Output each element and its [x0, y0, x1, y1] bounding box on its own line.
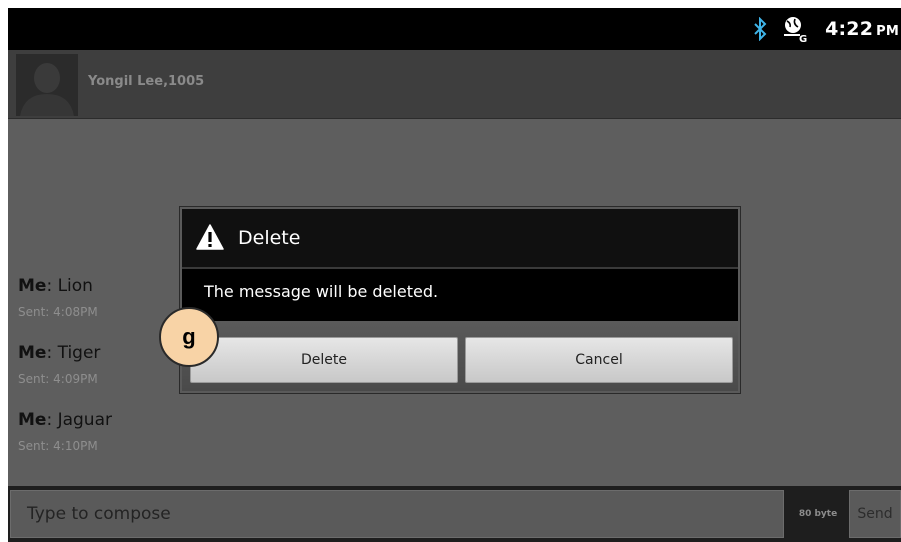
- compose-placeholder: Type to compose: [27, 504, 171, 524]
- message-sender: Me: [18, 410, 47, 430]
- message-text: Me: Tiger: [18, 343, 100, 363]
- svg-text:G: G: [799, 34, 807, 44]
- message-sender: Me: [18, 343, 47, 363]
- person-avatar-icon[interactable]: [16, 54, 78, 116]
- message-item[interactable]: Me: Lion Sent: 4:08PM: [18, 276, 98, 319]
- send-button[interactable]: Send: [849, 490, 901, 538]
- dialog-button-bar: Delete Cancel: [182, 321, 738, 391]
- dialog-divider: [182, 267, 738, 269]
- message-body: : Tiger: [46, 343, 101, 363]
- message-timestamp: Sent: 4:09PM: [18, 372, 98, 386]
- conversation-header: Yongil Lee,1005: [8, 50, 901, 119]
- message-body: : Lion: [46, 276, 93, 296]
- bluetooth-icon: [753, 17, 767, 41]
- phone-screen: G 4:22 PM Yongil Lee,1005 Me: Lion Sent: …: [8, 8, 901, 542]
- annotation-marker: g: [159, 307, 219, 367]
- contact-name: Yongil Lee,1005: [88, 74, 205, 89]
- dialog-message: The message will be deleted.: [204, 282, 439, 301]
- message-item[interactable]: Me: Tiger Sent: 4:09PM: [18, 343, 100, 386]
- delete-button[interactable]: Delete: [190, 337, 458, 383]
- status-bar: G 4:22 PM: [8, 8, 901, 50]
- dialog-title: Delete: [238, 227, 301, 249]
- clock-time: 4:22: [825, 18, 874, 40]
- gps-icon: G: [781, 14, 811, 44]
- status-indicators: G 4:22 PM: [753, 8, 901, 50]
- message-sender: Me: [18, 276, 47, 296]
- status-clock: 4:22 PM: [825, 18, 899, 40]
- message-text: Me: Jaguar: [18, 410, 112, 430]
- cancel-button[interactable]: Cancel: [465, 337, 733, 383]
- message-text: Me: Lion: [18, 276, 98, 296]
- message-timestamp: Sent: 4:08PM: [18, 305, 98, 319]
- clock-ampm: PM: [876, 24, 899, 39]
- dialog-title-bar: Delete: [182, 209, 738, 267]
- message-body: : Jaguar: [46, 410, 112, 430]
- warning-icon: [196, 224, 224, 254]
- compose-bar: Type to compose 80 byte Send: [8, 486, 901, 542]
- compose-input[interactable]: Type to compose: [10, 490, 784, 538]
- message-timestamp: Sent: 4:10PM: [18, 439, 98, 453]
- message-item[interactable]: Me: Jaguar Sent: 4:10PM: [18, 410, 112, 453]
- byte-counter: 80 byte: [798, 509, 838, 519]
- delete-dialog: Delete The message will be deleted. Dele…: [180, 207, 740, 393]
